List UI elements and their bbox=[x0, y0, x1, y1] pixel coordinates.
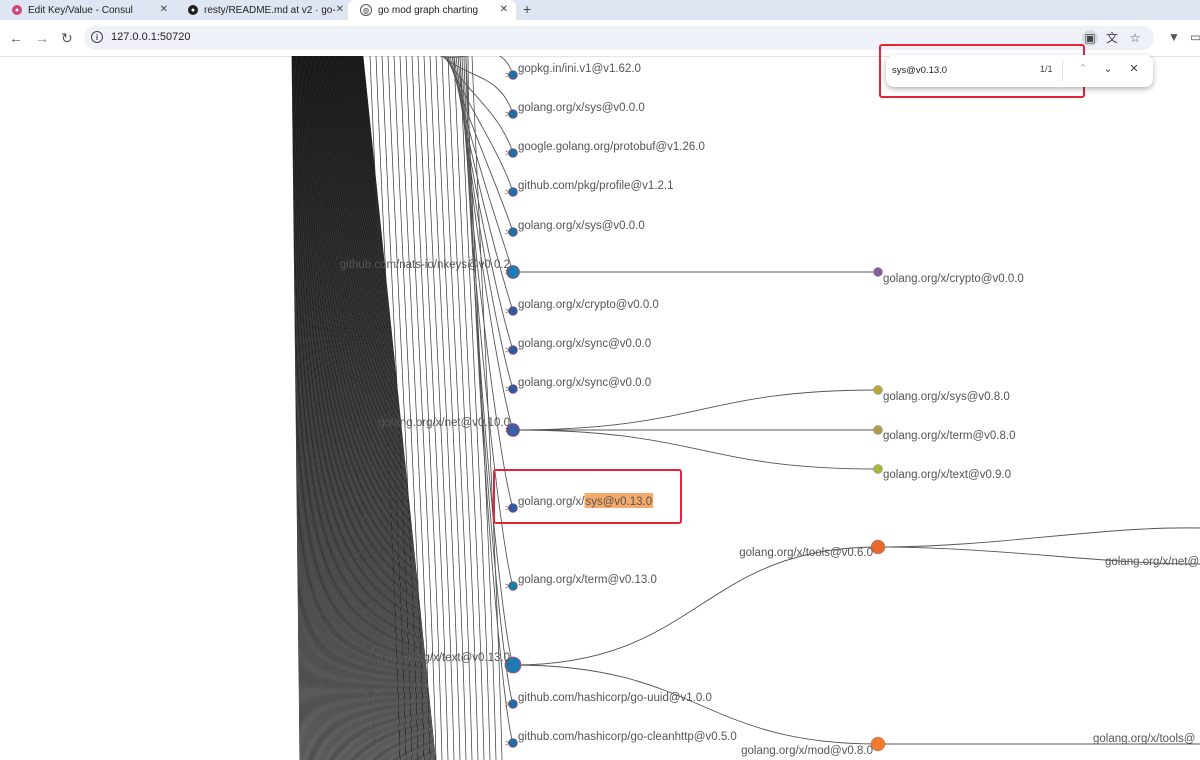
child-label: golang.org/x/crypto@v0.0.0 bbox=[883, 273, 1024, 285]
child-node[interactable] bbox=[873, 267, 883, 277]
node-label: golang.org/x/sys@v0.0.0 bbox=[518, 102, 645, 114]
node-link bbox=[441, 56, 514, 115]
url-text[interactable]: 127.0.0.1:50720 bbox=[111, 31, 191, 43]
arrow-marker: > bbox=[505, 109, 510, 119]
arrow-marker: > bbox=[505, 148, 510, 158]
arrow-marker: > bbox=[505, 70, 510, 80]
node-label: golang.org/x/net@v0.10.0 bbox=[378, 417, 510, 429]
graph-links bbox=[439, 56, 1200, 745]
arrow-marker: > bbox=[505, 581, 510, 591]
child-label: golang.org/x/sys@v0.8.0 bbox=[883, 391, 1010, 403]
node-label: github.com/hashicorp/go-uuid@v1.0.0 bbox=[518, 692, 712, 704]
arrow-marker: > bbox=[505, 699, 510, 709]
node-annotation bbox=[493, 469, 682, 524]
child-link bbox=[512, 429, 879, 470]
node-label: golang.org/x/term@v0.13.0 bbox=[518, 574, 657, 586]
close-tab-icon[interactable]: ✕ bbox=[160, 4, 168, 15]
tab-strip: ● Edit Key/Value - Consul ✕ ● resty/READ… bbox=[0, 0, 1200, 20]
tab-go-mod-graph[interactable]: ◍ go mod graph charting ✕ bbox=[348, 0, 516, 20]
globe-icon: ◍ bbox=[360, 4, 372, 16]
child-label: golang.org/x/text@v0.9.0 bbox=[883, 469, 1011, 481]
find-in-page-bar: 1/1 ⌃ ⌄ ✕ bbox=[886, 55, 1153, 87]
child-link bbox=[512, 546, 879, 666]
arrow-marker: > bbox=[505, 384, 510, 394]
find-in-page-icon[interactable]: ▣ bbox=[1082, 30, 1098, 46]
tab-title: go mod graph charting bbox=[378, 4, 479, 16]
close-tab-icon[interactable]: ✕ bbox=[500, 4, 508, 15]
chevron-up-icon[interactable]: ⌃ bbox=[1076, 62, 1090, 75]
arrow-marker: > bbox=[505, 227, 510, 237]
far-label: golang.org/x/net@ bbox=[1105, 556, 1199, 568]
node-label: gopkg.in/ini.v1@v1.62.0 bbox=[518, 63, 641, 75]
tab-title: Edit Key/Value - Consul bbox=[28, 4, 133, 16]
child-node[interactable] bbox=[870, 539, 886, 555]
translate-icon[interactable]: 文 bbox=[1104, 30, 1120, 46]
find-match-count: 1/1 bbox=[1040, 64, 1053, 74]
arrow-marker: > bbox=[505, 187, 510, 197]
find-input[interactable] bbox=[892, 61, 1022, 79]
divider bbox=[1062, 61, 1063, 81]
graph-page: > gopkg.in/ini.v1@v1.62.0 > golang.org/x/sy… bbox=[0, 56, 1200, 760]
close-icon[interactable]: ✕ bbox=[1127, 62, 1141, 75]
dependency-graph: > gopkg.in/ini.v1@v1.62.0 > golang.org/x/sy… bbox=[291, 56, 1200, 760]
child-node[interactable] bbox=[873, 425, 883, 435]
arrow-marker: > bbox=[505, 345, 510, 355]
arrow-marker: > bbox=[505, 306, 510, 316]
child-link bbox=[512, 389, 879, 431]
node-label: github.com/pkg/profile@v1.2.1 bbox=[518, 180, 674, 192]
github-icon: ● bbox=[188, 5, 198, 15]
far-link bbox=[877, 527, 1200, 548]
tab-title: resty/README.md at v2 · go- bbox=[204, 4, 336, 16]
tab-github[interactable]: ● resty/README.md at v2 · go- ✕ bbox=[176, 0, 352, 20]
node-label: github.com/hashicorp/go-cleanhttp@v0.5.0 bbox=[518, 731, 737, 743]
node-label: golang.org/x/crypto@v0.0.0 bbox=[518, 299, 659, 311]
arrow-marker: > bbox=[505, 738, 510, 748]
child-node[interactable] bbox=[873, 385, 883, 395]
node-label: golang.org/x/text@v0.13.0 bbox=[376, 652, 510, 664]
back-arrow-icon[interactable]: ← bbox=[9, 30, 23, 46]
child-label: golang.org/x/tools@v0.6.0 bbox=[739, 547, 873, 559]
tab-consul[interactable]: ● Edit Key/Value - Consul ✕ bbox=[0, 0, 176, 20]
forward-arrow-icon[interactable]: → bbox=[35, 30, 49, 46]
node-link bbox=[467, 56, 514, 744]
new-tab-button[interactable]: + bbox=[523, 1, 531, 17]
node-label: golang.org/x/sync@v0.0.0 bbox=[518, 338, 651, 350]
consul-icon: ● bbox=[12, 5, 22, 15]
child-label: golang.org/x/term@v0.8.0 bbox=[883, 430, 1016, 442]
child-label: golang.org/x/mod@v0.8.0 bbox=[741, 745, 873, 757]
bookmark-star-icon[interactable]: ☆ bbox=[1127, 30, 1143, 46]
node-label: google.golang.org/protobuf@v1.26.0 bbox=[518, 141, 705, 153]
site-info-icon[interactable]: i bbox=[91, 31, 103, 43]
reload-icon[interactable]: ↻ bbox=[61, 30, 73, 47]
child-node[interactable] bbox=[870, 736, 886, 752]
node-label: github.com/nats-io/nkeys@v0.0.2 bbox=[340, 259, 510, 271]
side-panel-icon[interactable]: ▭ bbox=[1190, 30, 1200, 44]
chevron-down-icon[interactable]: ⌄ bbox=[1101, 62, 1115, 75]
far-label: golang.org/x/tools@ bbox=[1093, 733, 1195, 745]
node-label: golang.org/x/sync@v0.0.0 bbox=[518, 377, 651, 389]
node-label: golang.org/x/sys@v0.0.0 bbox=[518, 220, 645, 232]
close-tab-icon[interactable]: ✕ bbox=[336, 4, 344, 15]
child-node[interactable] bbox=[873, 464, 883, 474]
extensions-icon[interactable]: ▼ bbox=[1168, 30, 1180, 44]
